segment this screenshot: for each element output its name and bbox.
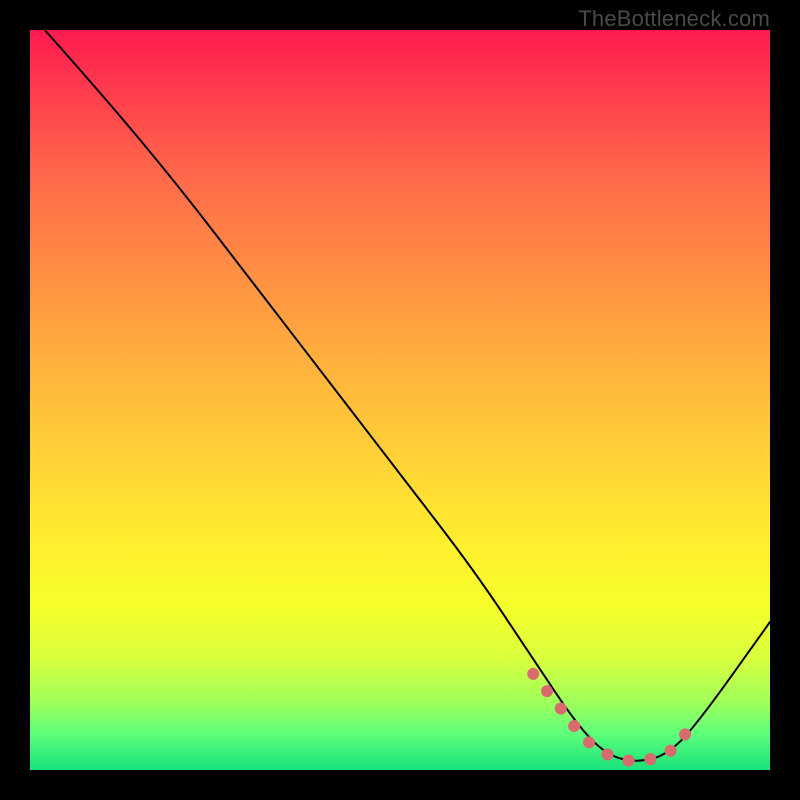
optimal-band-dots xyxy=(533,674,696,762)
chart-frame: TheBottleneck.com xyxy=(0,0,800,800)
bottleneck-curve-line xyxy=(45,30,770,761)
chart-svg xyxy=(30,30,770,770)
attribution-text: TheBottleneck.com xyxy=(578,6,770,32)
plot-area xyxy=(30,30,770,770)
